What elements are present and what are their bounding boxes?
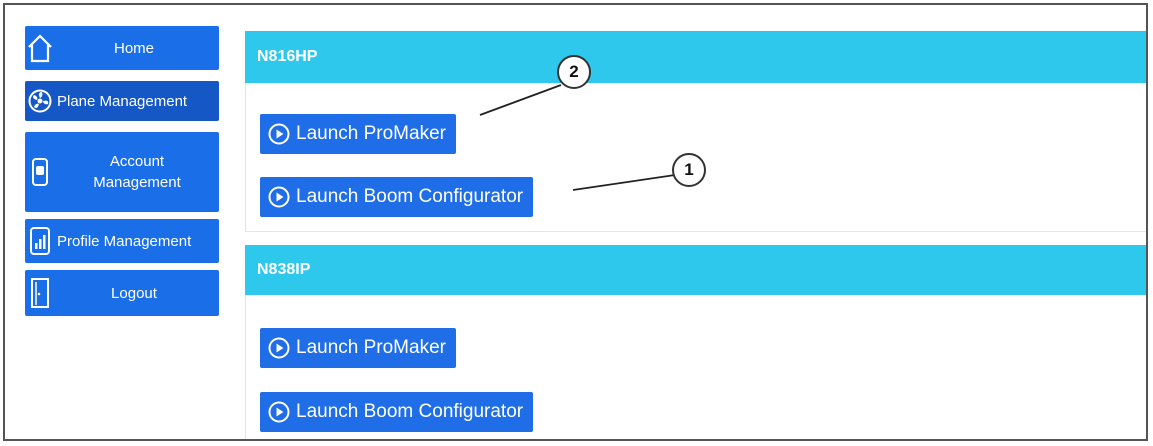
phone-icon — [25, 157, 55, 187]
propeller-icon — [25, 89, 55, 113]
sidebar-item-label: Profile Management — [57, 232, 192, 250]
plane-tail-number: N838IP — [245, 245, 1146, 295]
play-icon — [268, 186, 290, 208]
launch-promaker-button[interactable]: Launch ProMaker — [260, 328, 456, 368]
launch-boom-configurator-button[interactable]: Launch Boom Configurator — [260, 177, 534, 217]
plane-tail-number: N816HP — [245, 31, 1146, 83]
sidebar-item-label: Plane Management — [57, 92, 188, 110]
home-icon — [25, 33, 55, 63]
callout-marker: 2 — [557, 55, 591, 89]
button-label: Launch Boom Configurator — [296, 186, 524, 207]
plane-panel: N816HP Launch ProMaker Launch Boom Confi… — [245, 31, 1146, 232]
play-icon — [268, 337, 290, 359]
door-icon — [25, 277, 55, 309]
button-label: Launch ProMaker — [296, 123, 446, 144]
sidebar-item-label: Account Management — [93, 153, 181, 191]
sidebar-item-home[interactable]: Home — [25, 26, 219, 70]
sidebar-item-profile-management[interactable]: Profile Management — [25, 219, 219, 263]
sidebar-item-account-management[interactable]: Account Management — [25, 132, 219, 212]
sidebar-item-logout[interactable]: Logout — [25, 270, 219, 316]
sidebar-item-label: Home — [113, 39, 154, 57]
button-label: Launch Boom Configurator — [296, 401, 524, 422]
button-label: Launch ProMaker — [296, 337, 446, 358]
launch-boom-configurator-button[interactable]: Launch Boom Configurator — [260, 392, 534, 432]
plane-panel-body: Launch ProMaker Launch Boom Configurator — [245, 295, 1146, 439]
app-frame: Home Plane Management Account Management — [3, 3, 1148, 441]
play-icon — [268, 401, 290, 423]
plane-panel: N838IP Launch ProMaker Launch Boom Confi… — [245, 245, 1146, 439]
tablet-chart-icon — [25, 226, 55, 256]
sidebar-item-label: Logout — [111, 284, 157, 302]
callout-marker: 1 — [672, 153, 706, 187]
play-icon — [268, 123, 290, 145]
sidebar-item-plane-management[interactable]: Plane Management — [25, 81, 219, 121]
launch-promaker-button[interactable]: Launch ProMaker — [260, 114, 456, 154]
